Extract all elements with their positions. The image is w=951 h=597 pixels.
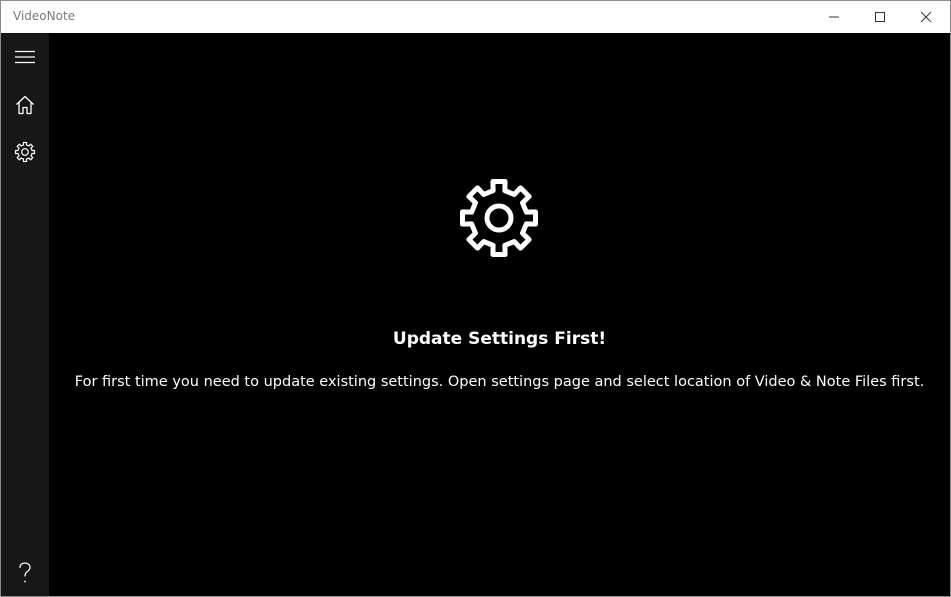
gear-icon: [14, 141, 36, 163]
maximize-icon: [875, 12, 885, 22]
settings-nav-button[interactable]: [1, 130, 49, 174]
gear-icon: [460, 179, 538, 257]
hamburger-menu-button[interactable]: [1, 35, 49, 79]
home-nav-button[interactable]: [1, 83, 49, 127]
app-window: VideoNote Update Settings First! For fir…: [0, 0, 951, 597]
close-icon: [920, 11, 932, 23]
nav-sidebar: [1, 33, 49, 596]
page-heading: Update Settings First!: [392, 329, 607, 349]
main-content: Update Settings First! For first time yo…: [49, 33, 950, 596]
minimize-button[interactable]: [811, 1, 857, 33]
hamburger-icon: [15, 50, 35, 64]
question-icon: [19, 562, 31, 583]
title-bar: VideoNote: [1, 1, 950, 33]
home-icon: [16, 95, 34, 115]
maximize-button[interactable]: [857, 1, 903, 33]
help-nav-button[interactable]: [1, 551, 49, 595]
window-title: VideoNote: [13, 9, 76, 23]
close-button[interactable]: [903, 1, 949, 33]
minimize-icon: [829, 16, 839, 18]
instruction-message: For first time you need to update existi…: [74, 374, 925, 390]
